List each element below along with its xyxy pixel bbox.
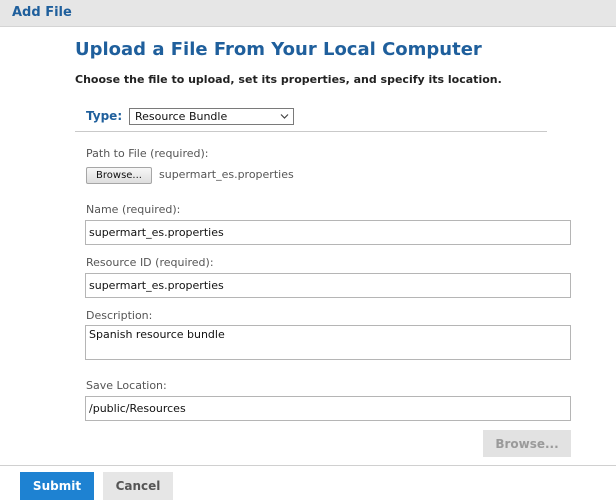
save-location-input[interactable] — [85, 396, 571, 421]
description-textarea[interactable]: Spanish resource bundle — [85, 325, 571, 360]
chevron-down-icon — [280, 114, 289, 119]
title-bar: Add File — [0, 0, 616, 27]
type-select[interactable]: Resource Bundle — [129, 108, 294, 125]
resource-id-label: Resource ID (required): — [86, 256, 214, 269]
browse-file-button[interactable]: Browse... — [86, 167, 152, 184]
resource-id-input[interactable] — [85, 273, 571, 298]
window-title: Add File — [12, 5, 72, 20]
footer-divider — [0, 465, 616, 466]
name-input[interactable] — [85, 220, 571, 245]
dialog-heading: Upload a File From Your Local Computer — [75, 39, 482, 60]
type-row: Type: Resource Bundle — [75, 100, 547, 132]
cancel-button[interactable]: Cancel — [103, 472, 173, 500]
dialog-subtitle: Choose the file to upload, set its prope… — [75, 73, 502, 86]
browse-location-button[interactable]: Browse... — [483, 430, 571, 457]
name-label: Name (required): — [86, 203, 181, 216]
save-location-label: Save Location: — [86, 379, 167, 392]
path-label: Path to File (required): — [86, 147, 209, 160]
type-select-value: Resource Bundle — [135, 110, 228, 123]
selected-file-name: supermart_es.properties — [159, 168, 294, 181]
description-label: Description: — [86, 309, 153, 322]
type-label: Type: — [86, 109, 123, 123]
submit-button[interactable]: Submit — [20, 472, 94, 500]
